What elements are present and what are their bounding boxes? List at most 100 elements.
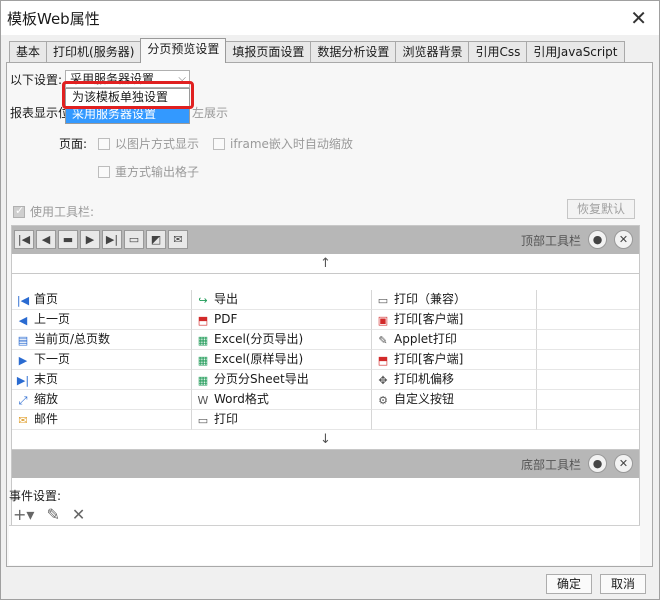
cell-label: 打印[客户端]: [394, 352, 464, 366]
print-icon[interactable]: ▭: [124, 230, 144, 249]
tab-fill-page[interactable]: 填报页面设置: [225, 41, 312, 63]
table-row: ◀ 上一页 ⬒ PDF ▣ 打印[客户端]: [12, 310, 639, 330]
tab-data-analysis[interactable]: 数据分析设置: [310, 41, 397, 63]
sheet-icon: ▦: [197, 374, 209, 387]
cell-label: Excel(原样导出): [214, 352, 304, 366]
previous-page-icon: ◀: [18, 314, 28, 327]
first-page-icon[interactable]: |◀: [14, 230, 34, 249]
checkbox[interactable]: [213, 138, 225, 150]
previous-page-icon[interactable]: ◀: [36, 230, 56, 249]
item-print-client-2[interactable]: ⬒ 打印[客户端]: [372, 350, 537, 370]
option-grid-output[interactable]: 重方式输出格子: [98, 163, 199, 180]
empty-cell: [537, 290, 639, 310]
option-image-display[interactable]: 以图片方式显示: [98, 135, 199, 152]
empty-cell: [537, 370, 639, 390]
cell-label: 分页分Sheet导出: [214, 372, 309, 386]
item-applet-print[interactable]: ✎ Applet打印: [372, 330, 537, 350]
page-number-icon[interactable]: ▬: [58, 230, 78, 249]
use-toolbar-option[interactable]: 使用工具栏:: [13, 203, 94, 220]
event-list[interactable]: [9, 525, 640, 565]
excel-icon: ▦: [197, 334, 209, 347]
tab-css[interactable]: 引用Css: [468, 41, 528, 63]
delete-icon[interactable]: ✕: [72, 505, 85, 524]
last-page-icon[interactable]: ▶|: [102, 230, 122, 249]
move-up-arrow[interactable]: ↑: [12, 254, 639, 274]
tab-printer-server[interactable]: 打印机(服务器): [46, 41, 142, 63]
tab-panel: 以下设置: 采用服务器设置 ⌵ 为该模板单独设置 采用服务器设置 报表显示位 左…: [6, 62, 653, 567]
item-first-page[interactable]: |◀ 首页: [12, 290, 192, 310]
move-down-arrow[interactable]: ↓: [12, 430, 639, 450]
item-export[interactable]: ↪ 导出: [192, 290, 372, 310]
dialog-window: 模板Web属性 ✕ 基本 打印机(服务器) 分页预览设置 填报页面设置 数据分析…: [0, 0, 660, 600]
tab-paging-preview[interactable]: 分页预览设置: [140, 38, 227, 63]
empty-cell: [372, 410, 537, 430]
cell-label: Excel(分页导出): [214, 332, 304, 346]
item-page-count[interactable]: ▤ 当前页/总页数: [12, 330, 192, 350]
printer-icon: ▭: [377, 294, 389, 307]
checkbox-checked[interactable]: [13, 204, 25, 218]
restore-default-button[interactable]: 恢复默认: [567, 199, 635, 219]
item-sheet-export[interactable]: ▦ 分页分Sheet导出: [192, 370, 372, 390]
option-iframe-label: iframe嵌入时自动缩放: [230, 137, 353, 151]
highlight-outline: [62, 81, 194, 109]
item-word[interactable]: W Word格式: [192, 390, 372, 410]
table-row: ▶ 下一页 ▦ Excel(原样导出) ⬒ 打印[客户端]: [12, 350, 639, 370]
tab-javascript[interactable]: 引用JavaScript: [526, 41, 625, 63]
option-image-label: 以图片方式显示: [115, 137, 200, 151]
window-title: 模板Web属性: [7, 10, 100, 28]
tab-basic[interactable]: 基本: [9, 41, 48, 63]
item-zoom[interactable]: ⤢ 缩放: [12, 390, 192, 410]
settings-label: 以下设置:: [10, 73, 63, 87]
item-print-compat[interactable]: ▭ 打印（兼容）: [372, 290, 537, 310]
empty-cell: [537, 350, 639, 370]
item-printer-offset[interactable]: ✥ 打印机偏移: [372, 370, 537, 390]
item-prev-page[interactable]: ◀ 上一页: [12, 310, 192, 330]
cell-label: PDF: [214, 312, 238, 326]
edit-icon[interactable]: ✎: [46, 505, 59, 524]
use-toolbar-label: 使用工具栏:: [30, 205, 95, 219]
close-icon[interactable]: ✕: [630, 6, 647, 30]
cell-label: 下一页: [34, 352, 71, 366]
cancel-button[interactable]: 取消: [600, 574, 646, 594]
item-excel-original[interactable]: ▦ Excel(原样导出): [192, 350, 372, 370]
option-grid-label: 重方式输出格子: [115, 165, 200, 179]
export-icon[interactable]: ◩: [146, 230, 166, 249]
cell-label: 邮件: [34, 412, 59, 426]
cell-label: 打印（兼容）: [394, 292, 467, 306]
settings-icon[interactable]: ●: [588, 230, 607, 249]
table-row: |◀ 首页 ↪ 导出 ▭ 打印（兼容）: [12, 290, 639, 310]
item-print[interactable]: ▭ 打印: [192, 410, 372, 430]
checkbox[interactable]: [98, 166, 110, 178]
table-row: ⤢ 缩放 W Word格式 ⚙ 自定义按钮: [12, 390, 639, 410]
top-toolbar-label: 顶部工具栏: [520, 234, 581, 248]
top-toolbar: |◀ ◀ ▬ ▶ ▶| ▭ ◩ ✉ 顶部工具栏 ● ✕: [12, 226, 639, 254]
remove-icon[interactable]: ✕: [614, 230, 633, 249]
toolbar-editor: |◀ ◀ ▬ ▶ ▶| ▭ ◩ ✉ 顶部工具栏 ● ✕ ↑ |◀ 首页 ↪ 导出: [11, 225, 640, 529]
item-print-client[interactable]: ▣ 打印[客户端]: [372, 310, 537, 330]
item-excel-paged[interactable]: ▦ Excel(分页导出): [192, 330, 372, 350]
remove-icon[interactable]: ✕: [614, 454, 633, 473]
gear-icon: ⚙: [378, 394, 388, 407]
mail-icon[interactable]: ✉: [168, 230, 188, 249]
empty-cell: [537, 390, 639, 410]
item-pdf[interactable]: ⬒ PDF: [192, 310, 372, 330]
table-row: ✉ 邮件 ▭ 打印: [12, 410, 639, 430]
empty-cell: [537, 410, 639, 430]
option-iframe-scale[interactable]: iframe嵌入时自动缩放: [213, 135, 353, 152]
item-next-page[interactable]: ▶ 下一页: [12, 350, 192, 370]
settings-icon[interactable]: ●: [588, 454, 607, 473]
ok-button[interactable]: 确定: [546, 574, 592, 594]
item-custom-button[interactable]: ⚙ 自定义按钮: [372, 390, 537, 410]
checkbox[interactable]: [98, 138, 110, 150]
add-icon[interactable]: +▾: [13, 505, 34, 524]
cell-label: 缩放: [34, 392, 59, 406]
item-last-page[interactable]: ▶| 末页: [12, 370, 192, 390]
cell-label: Word格式: [214, 392, 269, 406]
tab-browser-background[interactable]: 浏览器背景: [395, 41, 470, 63]
next-page-icon[interactable]: ▶: [80, 230, 100, 249]
cell-label: 打印: [214, 412, 239, 426]
item-mail[interactable]: ✉ 邮件: [12, 410, 192, 430]
move-icon: ✥: [378, 374, 388, 387]
printer-icon: ▭: [197, 414, 209, 427]
empty-cell: [537, 310, 639, 330]
